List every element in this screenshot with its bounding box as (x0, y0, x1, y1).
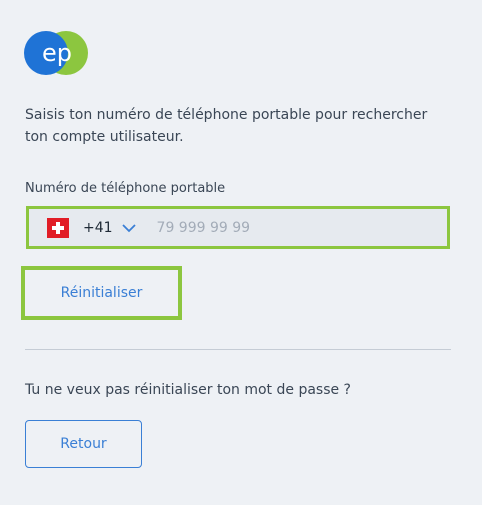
cancel-question: Tu ne veux pas réinitialiser ton mot de … (25, 382, 351, 398)
logo-text: ep (42, 39, 72, 67)
intro-text: Saisis ton numéro de téléphone portable … (25, 107, 428, 145)
phone-field: +41 (26, 206, 450, 249)
phone-field-label: Numéro de téléphone portable (25, 181, 226, 196)
reset-button[interactable]: Réinitialiser (21, 266, 182, 320)
chevron-down-icon[interactable] (121, 220, 137, 236)
divider (25, 349, 451, 350)
ep-logo: ep (24, 31, 88, 75)
dial-code[interactable]: +41 (83, 220, 113, 236)
phone-input[interactable] (154, 218, 389, 237)
back-button[interactable]: Retour (25, 420, 142, 468)
switzerland-flag-icon[interactable] (47, 217, 69, 238)
